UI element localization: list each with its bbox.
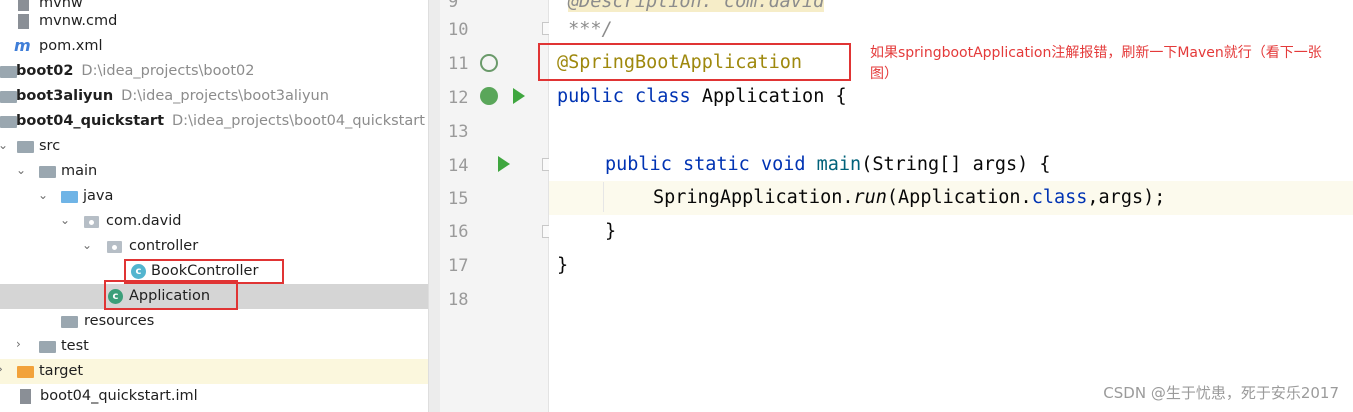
file-icon bbox=[18, 14, 29, 29]
line-number: 9 bbox=[448, 0, 459, 12]
code-line-12: public class Application { bbox=[557, 86, 847, 107]
chevron-right-icon[interactable]: › bbox=[16, 337, 21, 351]
tree-item-target[interactable]: › target bbox=[0, 359, 428, 384]
module-folder-icon bbox=[0, 66, 17, 78]
folder-icon bbox=[39, 166, 56, 178]
folder-icon bbox=[17, 141, 34, 153]
tree-item-main[interactable]: ⌄ main bbox=[0, 159, 428, 184]
line-number: 17 bbox=[448, 256, 469, 276]
code-line-10: ***/ bbox=[557, 19, 613, 40]
tree-item-pom-xml[interactable]: m pom.xml bbox=[0, 34, 428, 59]
folder-icon bbox=[39, 341, 56, 353]
run-icon[interactable] bbox=[498, 156, 510, 172]
code-line-14: public static void main(String[] args) { bbox=[605, 154, 1051, 175]
chevron-down-icon[interactable]: ⌄ bbox=[16, 163, 26, 177]
tree-item-resources[interactable]: resources bbox=[0, 309, 428, 334]
run-icon[interactable] bbox=[513, 88, 525, 104]
resources-folder-icon bbox=[61, 316, 78, 328]
chevron-down-icon[interactable]: ⌄ bbox=[0, 138, 8, 152]
chevron-down-icon[interactable]: ⌄ bbox=[60, 213, 70, 227]
code-line-15: SpringApplication.run(Application.class,… bbox=[653, 187, 1166, 208]
line-number: 16 bbox=[448, 222, 469, 242]
module-name: boot02 bbox=[16, 63, 74, 79]
watermark: CSDN @生于忧患，死于安乐2017 bbox=[1103, 384, 1339, 402]
line-number: 13 bbox=[448, 122, 469, 142]
module-path: D:\idea_projects\boot02 bbox=[81, 63, 255, 79]
line-number: 15 bbox=[448, 189, 469, 209]
module-folder-icon bbox=[0, 116, 17, 128]
highlight-box-annotation bbox=[538, 43, 851, 81]
tree-item-com-david[interactable]: ⌄ com.david bbox=[0, 209, 428, 234]
module-name: boot3aliyun bbox=[16, 88, 114, 104]
tree-item-iml[interactable]: boot04_quickstart.iml bbox=[0, 384, 428, 409]
tree-item-boot3aliyun[interactable]: boot3aliyun D:\idea_projects\boot3aliyun bbox=[0, 84, 428, 109]
indent-guide bbox=[603, 182, 604, 212]
package-icon bbox=[84, 216, 99, 228]
tree-item-controller[interactable]: ⌄ controller bbox=[0, 234, 428, 259]
tree-item-boot04-quickstart[interactable]: boot04_quickstart D:\idea_projects\boot04… bbox=[0, 109, 428, 134]
spring-bean-icon[interactable] bbox=[480, 54, 498, 72]
code-line-9: @Description: com.david bbox=[568, 0, 825, 12]
chevron-right-icon[interactable]: › bbox=[0, 362, 3, 376]
line-number: 18 bbox=[448, 290, 469, 310]
module-path: D:\idea_projects\boot3aliyun bbox=[121, 88, 329, 104]
module-name: boot04_quickstart bbox=[16, 113, 165, 129]
excluded-folder-icon bbox=[17, 366, 34, 378]
tree-scrollbar[interactable] bbox=[428, 0, 440, 412]
code-line-17: } bbox=[557, 255, 569, 276]
maven-icon: m bbox=[14, 36, 31, 55]
project-tree-panel: mvnw mvnw.cmd m pom.xml boot02 D:\idea_pr… bbox=[0, 0, 428, 412]
annotation-note: 如果springbootApplication注解报错，刷新一下Maven就行（… bbox=[870, 45, 1322, 82]
highlight-box-application bbox=[104, 280, 238, 310]
line-number: 14 bbox=[448, 156, 469, 176]
module-folder-icon bbox=[0, 91, 17, 103]
chevron-down-icon[interactable]: ⌄ bbox=[38, 188, 48, 202]
tree-item-mvnw-cmd[interactable]: mvnw.cmd bbox=[0, 9, 428, 34]
code-line-16: } bbox=[605, 221, 617, 242]
tree-item-java[interactable]: ⌄ java bbox=[0, 184, 428, 209]
tree-item-test[interactable]: › test bbox=[0, 334, 428, 359]
tree-item-boot02[interactable]: boot02 D:\idea_projects\boot02 bbox=[0, 59, 428, 84]
spring-config-icon[interactable] bbox=[480, 87, 498, 105]
line-number: 10 bbox=[448, 20, 469, 40]
package-icon bbox=[107, 241, 122, 253]
module-file-icon bbox=[20, 389, 31, 404]
tree-item-src[interactable]: ⌄ src bbox=[0, 134, 428, 159]
source-folder-icon bbox=[61, 191, 78, 203]
chevron-down-icon[interactable]: ⌄ bbox=[82, 238, 92, 252]
module-path: D:\idea_projects\boot04_quickstart bbox=[172, 113, 425, 129]
